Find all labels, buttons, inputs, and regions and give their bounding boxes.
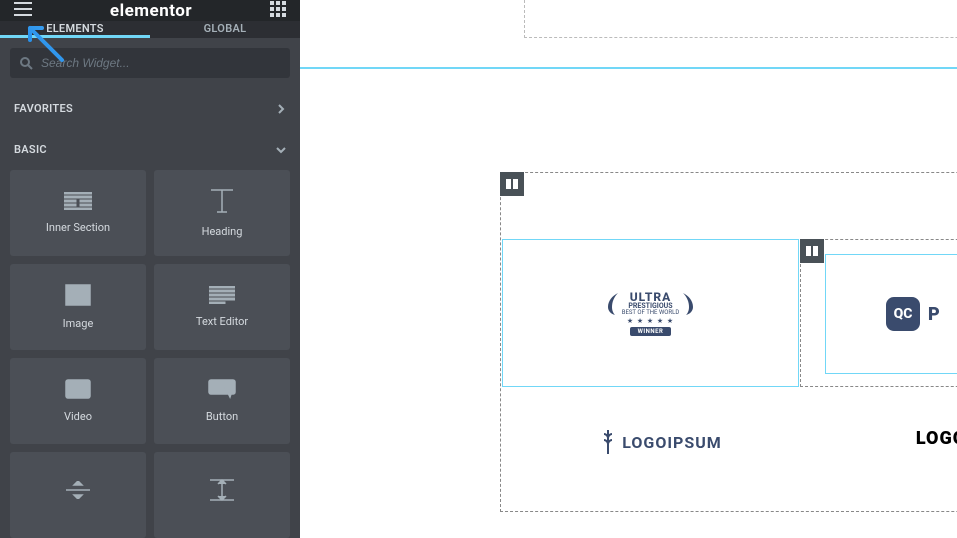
widget-spacer[interactable] [154,452,290,538]
spacer-icon [209,479,235,501]
apps-grid-icon[interactable] [270,1,286,21]
selected-column-left[interactable]: ULTRA PRESTIGIOUS BEST OF THE WORLD ★ ★ … [502,239,799,387]
inner-section-handle[interactable] [800,239,824,263]
empty-section-top[interactable] [524,0,957,38]
section-favorites[interactable]: FAVORITES [0,88,300,129]
laurel-right-icon [681,291,699,317]
editor-canvas[interactable]: ULTRA PRESTIGIOUS BEST OF THE WORLD ★ ★ … [300,0,957,538]
basic-label: BASIC [14,143,47,156]
widget-text-editor[interactable]: Text Editor [154,264,290,350]
divider-icon [65,481,91,499]
chevron-right-icon [276,104,286,114]
columns-icon [805,244,819,258]
wheat-icon [600,428,616,456]
widget-button[interactable]: Button [154,358,290,444]
widget-divider[interactable] [10,452,146,538]
qc-logo: QC [886,297,920,331]
section-divider-line [300,67,957,69]
video-icon [65,379,91,399]
widget-grid: Inner Section Heading Image Text Editor … [0,170,300,538]
favorites-label: FAVORITES [14,102,73,115]
widget-label: Inner Section [46,221,110,234]
widget-label: Button [206,410,238,423]
inner-section-icon [64,192,92,210]
inner-column[interactable]: QC P [825,254,957,374]
widget-heading[interactable]: Heading [154,170,290,256]
widget-inner-section[interactable]: Inner Section [10,170,146,256]
heading-icon [209,188,235,214]
hamburger-icon[interactable] [14,1,32,20]
tab-global[interactable]: GLOBAL [150,21,300,38]
widget-video[interactable]: Video [10,358,146,444]
widget-label: Heading [202,225,243,238]
elementor-sidebar: elementor ELEMENTS GLOBAL FAVORITES BASI… [0,0,300,538]
image-icon [65,284,91,306]
search-widget[interactable] [10,48,290,78]
widget-label: Video [64,410,92,423]
text-editor-icon [209,286,235,304]
laurel-left-icon [602,291,620,317]
button-icon [208,379,236,399]
section-basic[interactable]: BASIC [0,129,300,170]
widget-image[interactable]: Image [10,264,146,350]
columns-icon [505,177,519,191]
widget-label: Image [63,317,94,330]
ultra-badge: ULTRA PRESTIGIOUS BEST OF THE WORLD ★ ★ … [602,291,700,336]
logo-right-cell[interactable]: LOGO [841,428,957,449]
qc-side-text: P [928,304,940,325]
search-input[interactable] [41,56,280,70]
brand-logo: elementor [110,1,192,21]
panel-tabs: ELEMENTS GLOBAL [0,21,300,38]
chevron-down-icon [276,145,286,155]
outer-section[interactable]: ULTRA PRESTIGIOUS BEST OF THE WORLD ★ ★ … [500,172,957,512]
tab-elements[interactable]: ELEMENTS [0,21,150,38]
search-icon [20,57,33,70]
sidebar-header: elementor [0,0,300,21]
widget-label: Text Editor [196,315,248,328]
logoipsum-cell[interactable]: LOGOIPSUM [561,428,761,456]
inner-section-right[interactable]: QC P [800,239,957,387]
section-handle[interactable] [500,172,524,196]
